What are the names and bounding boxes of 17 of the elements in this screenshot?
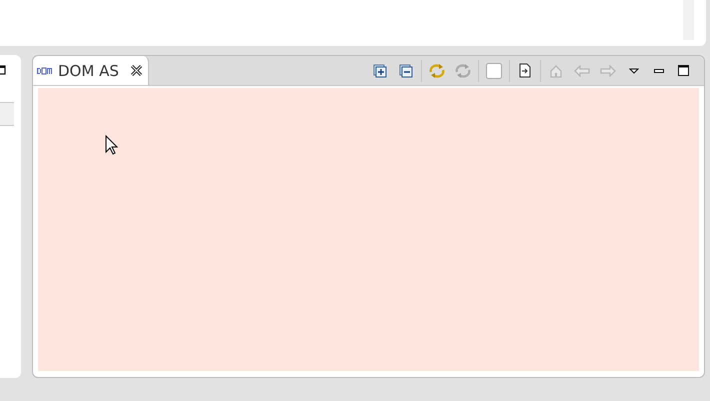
dropdown-icon: [628, 68, 638, 74]
view-tab[interactable]: DOM AS: [33, 56, 149, 85]
home-icon: [549, 64, 563, 78]
forward-arrow-icon: [600, 64, 616, 76]
minimize-icon: [654, 68, 664, 72]
maximize-icon[interactable]: [0, 65, 6, 75]
mouse-pointer-icon: [105, 135, 118, 155]
collapse-all-icon: [399, 64, 413, 78]
back-arrow-icon: [574, 64, 590, 76]
maximize-icon: [678, 65, 689, 76]
export-icon: [519, 63, 531, 78]
blank-icon: [486, 62, 502, 78]
close-icon[interactable]: [130, 65, 142, 76]
sync-icon: [454, 62, 472, 78]
expand-all-icon: [373, 64, 387, 78]
dom-icon: [37, 66, 52, 74]
sync-icon: [428, 62, 446, 78]
